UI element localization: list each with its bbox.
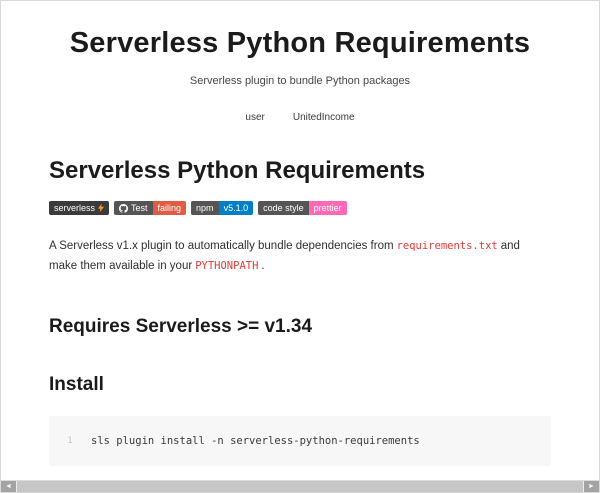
horizontal-scrollbar[interactable]: ◄ ► xyxy=(1,480,599,492)
test-status-badge[interactable]: Test failing xyxy=(114,201,186,215)
serverless-badge[interactable]: serverless xyxy=(49,201,109,215)
test-badge-status: failing xyxy=(153,201,187,215)
readme-content: Serverless Python Requirements serverles… xyxy=(1,157,599,466)
readme-title: Serverless Python Requirements xyxy=(49,157,551,185)
requires-heading: Requires Serverless >= v1.34 xyxy=(49,316,551,338)
install-command: sls plugin install -n serverless-python-… xyxy=(91,435,420,447)
intro-paragraph: A Serverless v1.x plugin to automaticall… xyxy=(49,237,551,276)
intro-text-1: A Serverless v1.x plugin to automaticall… xyxy=(49,240,394,252)
doc-header: Serverless Python Requirements Serverles… xyxy=(1,1,599,123)
scrollbar-thumb[interactable] xyxy=(17,481,583,492)
prettier-badge-value: prettier xyxy=(309,201,347,215)
lightning-icon xyxy=(98,203,104,213)
prettier-badge[interactable]: code style prettier xyxy=(258,201,347,215)
inline-code-requirements: requirements.txt xyxy=(397,240,498,252)
meta-user-label: user xyxy=(245,112,264,123)
npm-version-badge[interactable]: npm v5.1.0 xyxy=(191,201,253,215)
intro-text-3: . xyxy=(261,260,264,272)
site-subtitle: Serverless plugin to bundle Python packa… xyxy=(1,75,599,87)
scroll-right-button[interactable]: ► xyxy=(584,481,599,492)
npm-badge-label: npm xyxy=(191,201,219,215)
github-icon xyxy=(119,204,128,213)
page: Serverless Python Requirements Serverles… xyxy=(0,0,600,493)
meta-row: user UnitedIncome xyxy=(1,112,599,123)
line-number: 1 xyxy=(49,436,91,446)
test-badge-label: Test xyxy=(131,203,148,213)
npm-badge-version: v5.1.0 xyxy=(219,201,254,215)
install-heading: Install xyxy=(49,374,551,396)
site-title: Serverless Python Requirements xyxy=(1,27,599,60)
badge-row: serverless Test failing npm v5.1.0 xyxy=(49,201,551,215)
meta-org-link[interactable]: UnitedIncome xyxy=(293,112,355,123)
scroll-left-button[interactable]: ◄ xyxy=(1,481,16,492)
inline-code-pythonpath: PYTHONPATH xyxy=(195,260,258,272)
prettier-badge-label: code style xyxy=(258,201,309,215)
serverless-badge-label: serverless xyxy=(54,203,95,213)
install-code-block: 1 sls plugin install -n serverless-pytho… xyxy=(49,416,551,466)
